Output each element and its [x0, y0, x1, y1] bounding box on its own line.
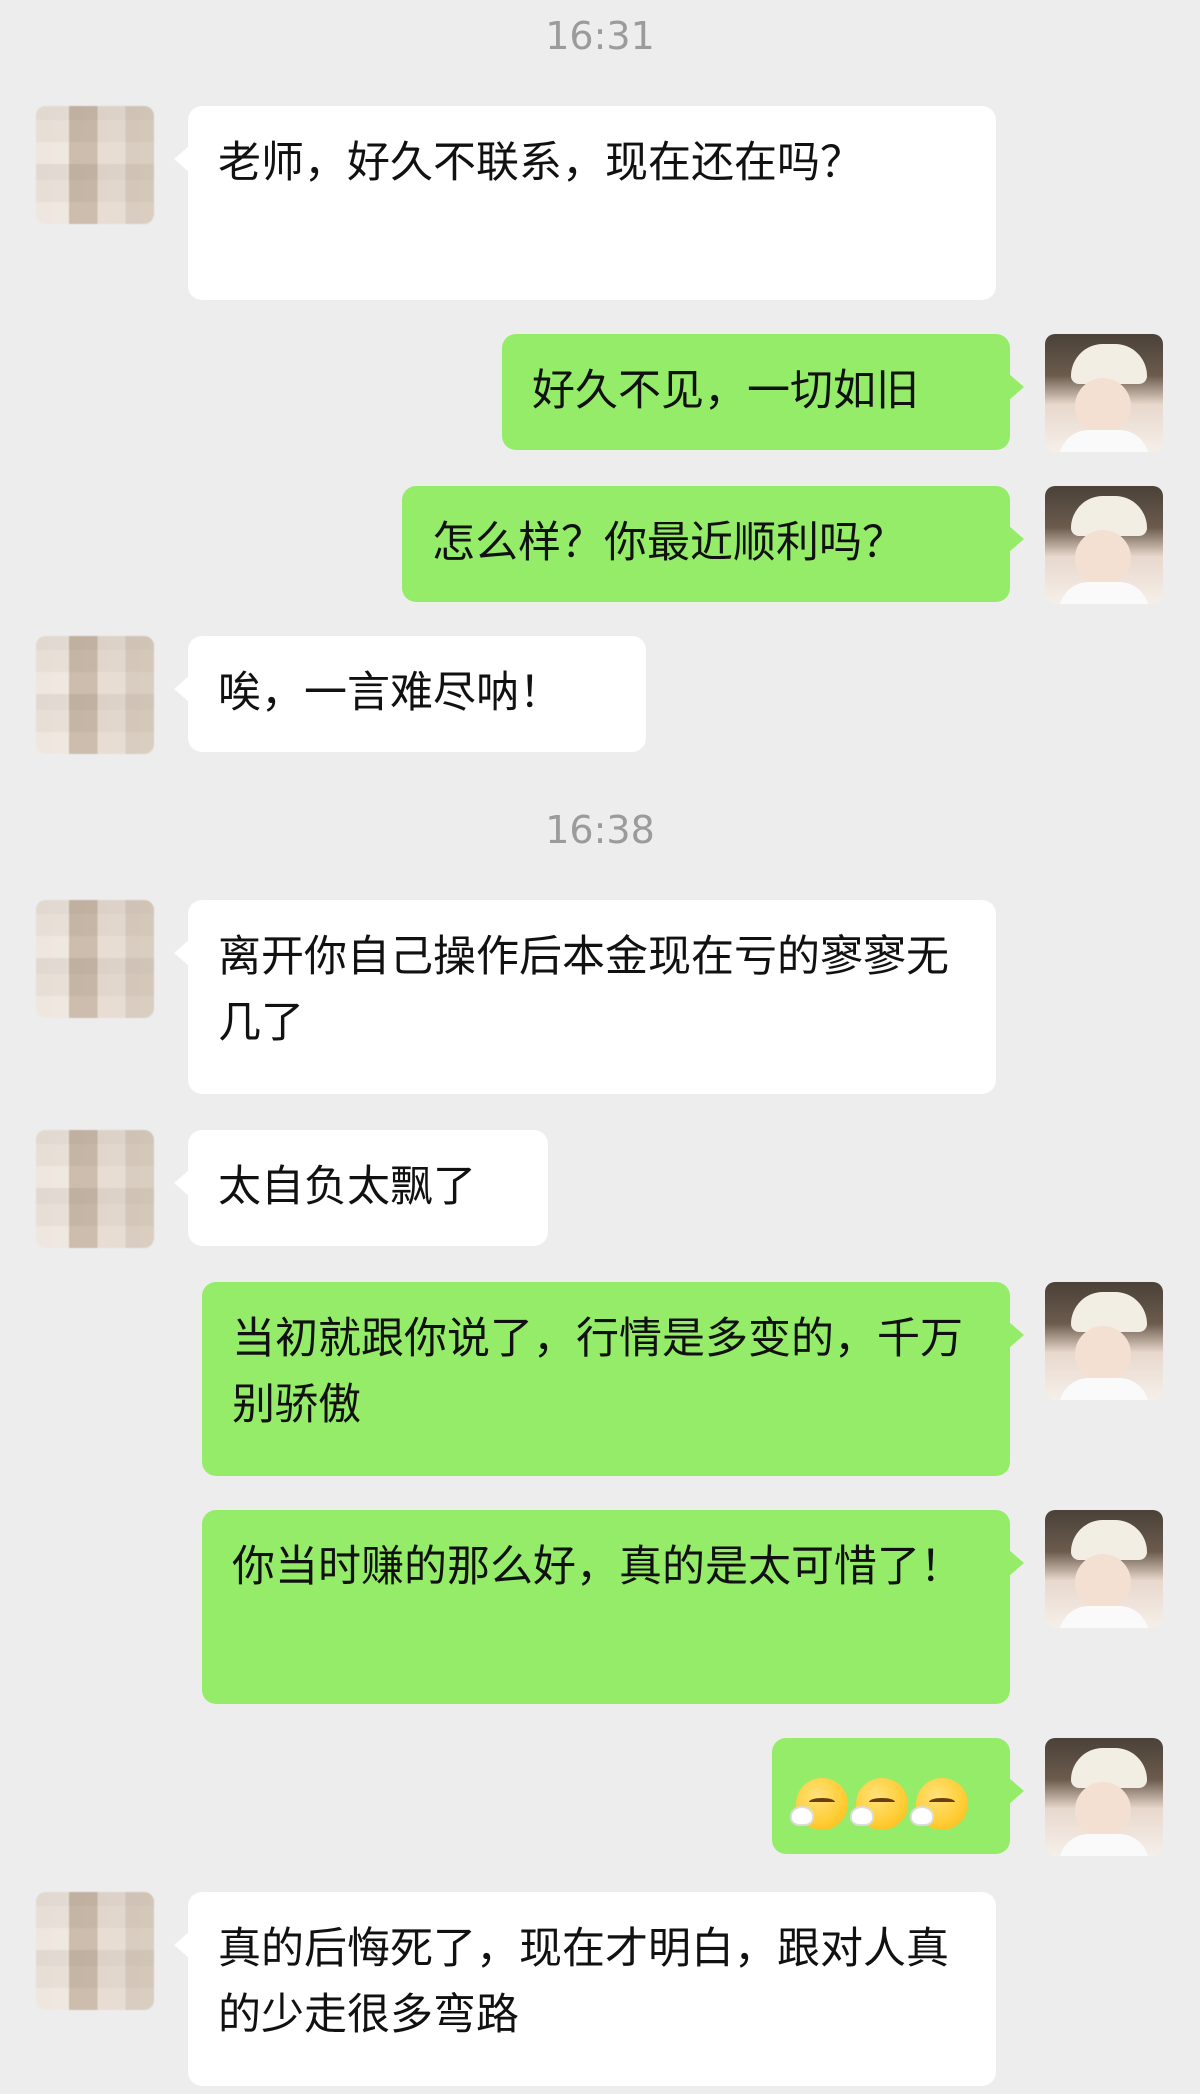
self-avatar[interactable] — [1045, 334, 1163, 452]
message-bubble[interactable]: 太自负太飘了 — [174, 1130, 548, 1246]
emoji-message-bubble[interactable] — [772, 1738, 1024, 1854]
message-bubble[interactable]: 离开你自己操作后本金现在亏的寥寥无几了 — [174, 900, 996, 1094]
timestamp: 16:31 — [545, 14, 655, 58]
message-bubble[interactable]: 唉，一言难尽呐！ — [174, 636, 646, 752]
sighing-face-emoji-icon — [850, 1777, 908, 1830]
peer-avatar[interactable] — [36, 1892, 154, 2010]
message-bubble[interactable]: 当初就跟你说了，行情是多变的，千万别骄傲 — [202, 1282, 1024, 1476]
sighing-face-emoji-icon — [910, 1777, 968, 1830]
message-bubble[interactable]: 好久不见，一切如旧 — [502, 334, 1024, 450]
peer-avatar[interactable] — [36, 636, 154, 754]
peer-avatar[interactable] — [36, 1130, 154, 1248]
sighing-face-emoji-icon — [790, 1777, 848, 1830]
self-avatar[interactable] — [1045, 486, 1163, 604]
message-bubble[interactable]: 真的后悔死了，现在才明白，跟对人真的少走很多弯路 — [174, 1892, 996, 2086]
message-bubble[interactable]: 老师，好久不联系，现在还在吗？ — [174, 106, 996, 300]
chat-window: 16:31 老师，好久不联系，现在还在吗？ 好久不见，一切如旧 怎么样？你最近顺… — [0, 0, 1200, 2094]
self-avatar[interactable] — [1045, 1282, 1163, 1400]
peer-avatar[interactable] — [36, 900, 154, 1018]
self-avatar[interactable] — [1045, 1510, 1163, 1628]
message-bubble[interactable]: 你当时赚的那么好，真的是太可惜了！ — [202, 1510, 1024, 1704]
peer-avatar[interactable] — [36, 106, 154, 224]
timestamp: 16:38 — [545, 808, 655, 852]
self-avatar[interactable] — [1045, 1738, 1163, 1856]
message-bubble[interactable]: 怎么样？你最近顺利吗？ — [402, 486, 1024, 602]
